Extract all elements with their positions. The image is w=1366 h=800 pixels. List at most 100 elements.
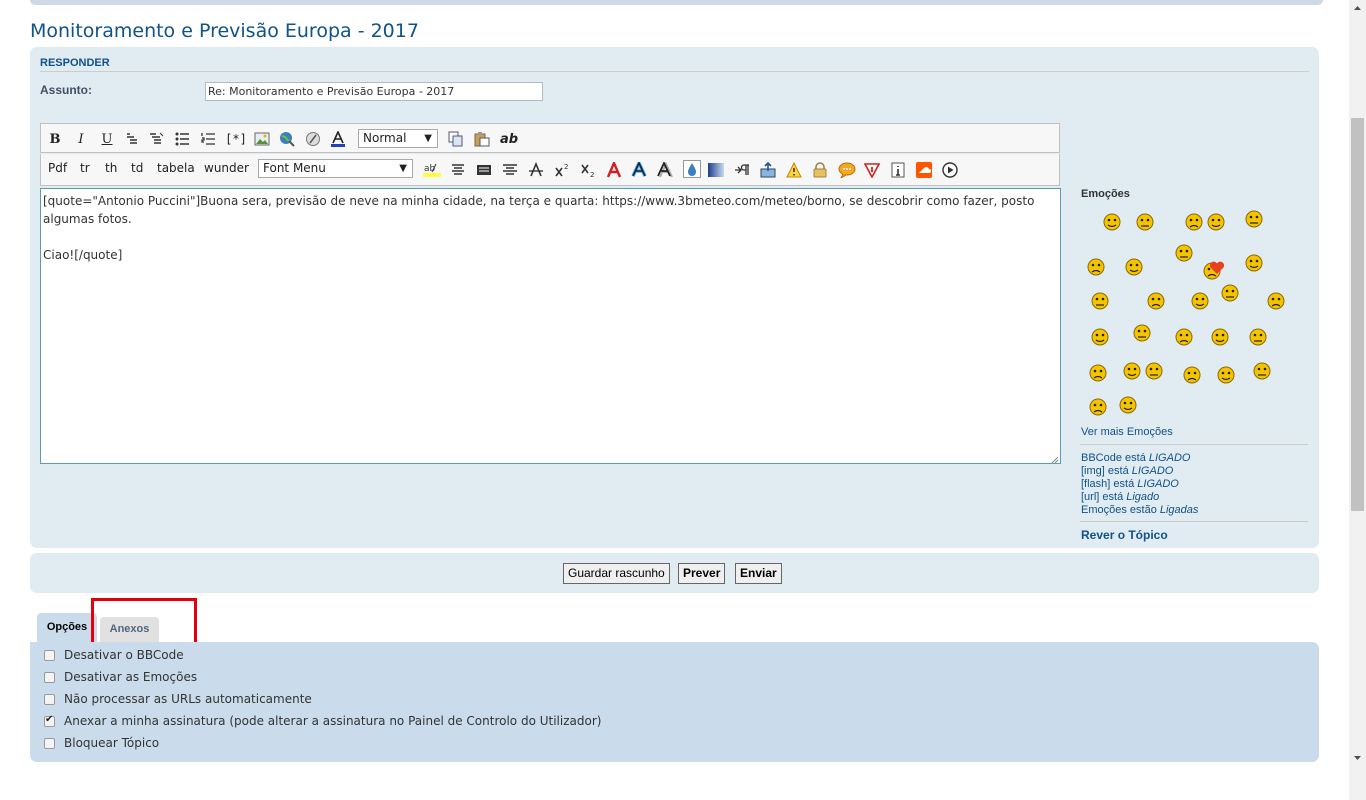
smiley-icon[interactable] [1248,327,1268,350]
align-center-2-icon[interactable] [501,160,519,180]
font-family-select[interactable]: Font Menu ▼ [258,159,413,178]
spoiler-icon[interactable] [863,160,881,180]
copy-icon[interactable] [447,129,465,149]
smiley-icon[interactable] [1182,365,1202,388]
td-button[interactable]: td [131,161,143,175]
italic-icon[interactable]: I [73,129,89,149]
subscript-icon[interactable]: 2 [579,160,597,180]
superscript-icon[interactable]: 2 [553,160,571,180]
smiley-icon[interactable] [1118,395,1138,418]
gradient-icon[interactable] [707,160,725,180]
smiley-icon[interactable] [1146,291,1166,314]
smiley-icon[interactable] [1122,361,1142,384]
option-attach-signature[interactable]: Anexar a minha assinatura (pode alterar … [44,713,601,729]
smiley-icon[interactable] [1206,212,1226,235]
more-emotions-link[interactable]: Ver mais Emoções [1081,426,1173,438]
play-icon[interactable] [941,160,959,180]
speech-icon[interactable] [837,160,857,180]
option-disable-bbcode[interactable]: Desativar o BBCode [44,647,184,663]
smiley-icon[interactable] [1090,291,1110,314]
submit-button[interactable]: Enviar [735,563,782,584]
smiley-icon[interactable] [1174,243,1194,266]
subject-label: Assunto: [40,83,92,97]
list-item-icon[interactable]: [*] [225,129,247,149]
smiley-icon[interactable] [1244,253,1264,276]
option-lock-topic[interactable]: Bloquear Tópico [44,735,159,751]
smiley-icon[interactable] [1190,291,1210,314]
smiley-icon[interactable] [1210,327,1230,350]
resize-handle[interactable] [1050,453,1059,464]
scrollbar[interactable] [1349,0,1366,800]
smiley-icon[interactable] [1132,323,1152,346]
highlight-icon[interactable]: ab [423,160,441,180]
option-no-auto-urls[interactable]: Não processar as URLs automaticamente [44,691,312,707]
paste-icon[interactable] [473,129,491,149]
font-size-select[interactable]: Normal ▼ [358,129,438,148]
status-value: Ligado [1126,491,1160,503]
status-url: [url] está Ligado [1081,491,1159,503]
smiley-icon[interactable] [1135,212,1155,235]
smiley-icon[interactable] [1124,257,1144,280]
flash-icon[interactable] [304,129,322,149]
smiley-icon[interactable] [1244,209,1264,232]
font-color-icon[interactable] [329,129,347,149]
save-draft-button[interactable]: Guardar rascunho [563,563,670,584]
code-icon[interactable] [147,129,165,149]
url-icon[interactable] [278,129,296,149]
justify-icon[interactable] [475,160,493,180]
heart-icon[interactable] [1209,261,1225,278]
smiley-icon[interactable] [1220,283,1240,306]
numbered-list-icon[interactable] [199,129,217,149]
strikethrough-icon[interactable] [527,160,545,180]
checkbox[interactable] [44,714,55,727]
review-topic-link[interactable]: Rever o Tópico [1081,528,1168,542]
option-label: Anexar a minha assinatura (pode alterar … [64,714,602,728]
info-icon[interactable] [889,160,907,180]
scroll-down-arrow-icon[interactable] [1349,749,1366,766]
upload-icon[interactable] [759,160,777,180]
scrollbar-thumb[interactable] [1351,118,1364,511]
acronym-icon[interactable] [605,160,623,180]
smiley-icon[interactable] [1266,291,1286,314]
checkbox[interactable] [44,649,55,661]
table-button[interactable]: tabela [157,161,195,175]
smiley-icon[interactable] [1144,361,1164,384]
drop-icon[interactable] [682,159,702,179]
tr-button[interactable]: tr [80,161,90,175]
smiley-icon[interactable] [1174,327,1194,350]
spellcheck-icon[interactable]: ab [499,129,519,149]
tab-options[interactable]: Opções [37,613,97,643]
image-icon[interactable] [253,129,271,149]
smiley-icon[interactable] [1090,327,1110,350]
option-disable-emotions[interactable]: Desativar as Emoções [44,669,197,685]
checkbox[interactable] [44,737,55,749]
wunder-button[interactable]: wunder [204,161,249,175]
svg-text:2: 2 [590,171,594,178]
preview-button[interactable]: Prever [678,563,726,584]
smiley-icon[interactable] [1088,363,1108,386]
subject-input[interactable]: Re: Monitoramento e Previsão Europa - 20… [205,82,543,101]
lock-icon[interactable] [811,160,829,180]
direction-icon[interactable] [733,160,751,180]
checkbox[interactable] [44,693,55,705]
smiley-icon[interactable] [1184,212,1204,235]
bullet-list-icon[interactable] [173,129,191,149]
bold-icon[interactable]: B [47,129,63,149]
shadow-icon[interactable] [656,160,674,180]
glow-icon[interactable] [630,160,648,180]
smiley-icon[interactable] [1086,257,1106,280]
quote-icon[interactable] [123,129,141,149]
soundcloud-icon[interactable] [915,160,933,180]
checkbox[interactable] [44,671,55,683]
pdf-button[interactable]: Pdf [48,161,67,175]
message-textarea[interactable]: [quote="Antonio Puccini"]Buona sera, pre… [40,188,1061,464]
smiley-icon[interactable] [1252,361,1272,384]
smiley-icon[interactable] [1216,365,1236,388]
underline-icon[interactable]: U [99,129,115,149]
th-button[interactable]: th [105,161,117,175]
smiley-icon[interactable] [1088,397,1108,420]
smiley-icon[interactable] [1102,212,1122,235]
scroll-up-arrow-icon[interactable] [1349,0,1366,17]
align-center-icon[interactable] [449,160,467,180]
warning-icon[interactable] [785,160,803,180]
